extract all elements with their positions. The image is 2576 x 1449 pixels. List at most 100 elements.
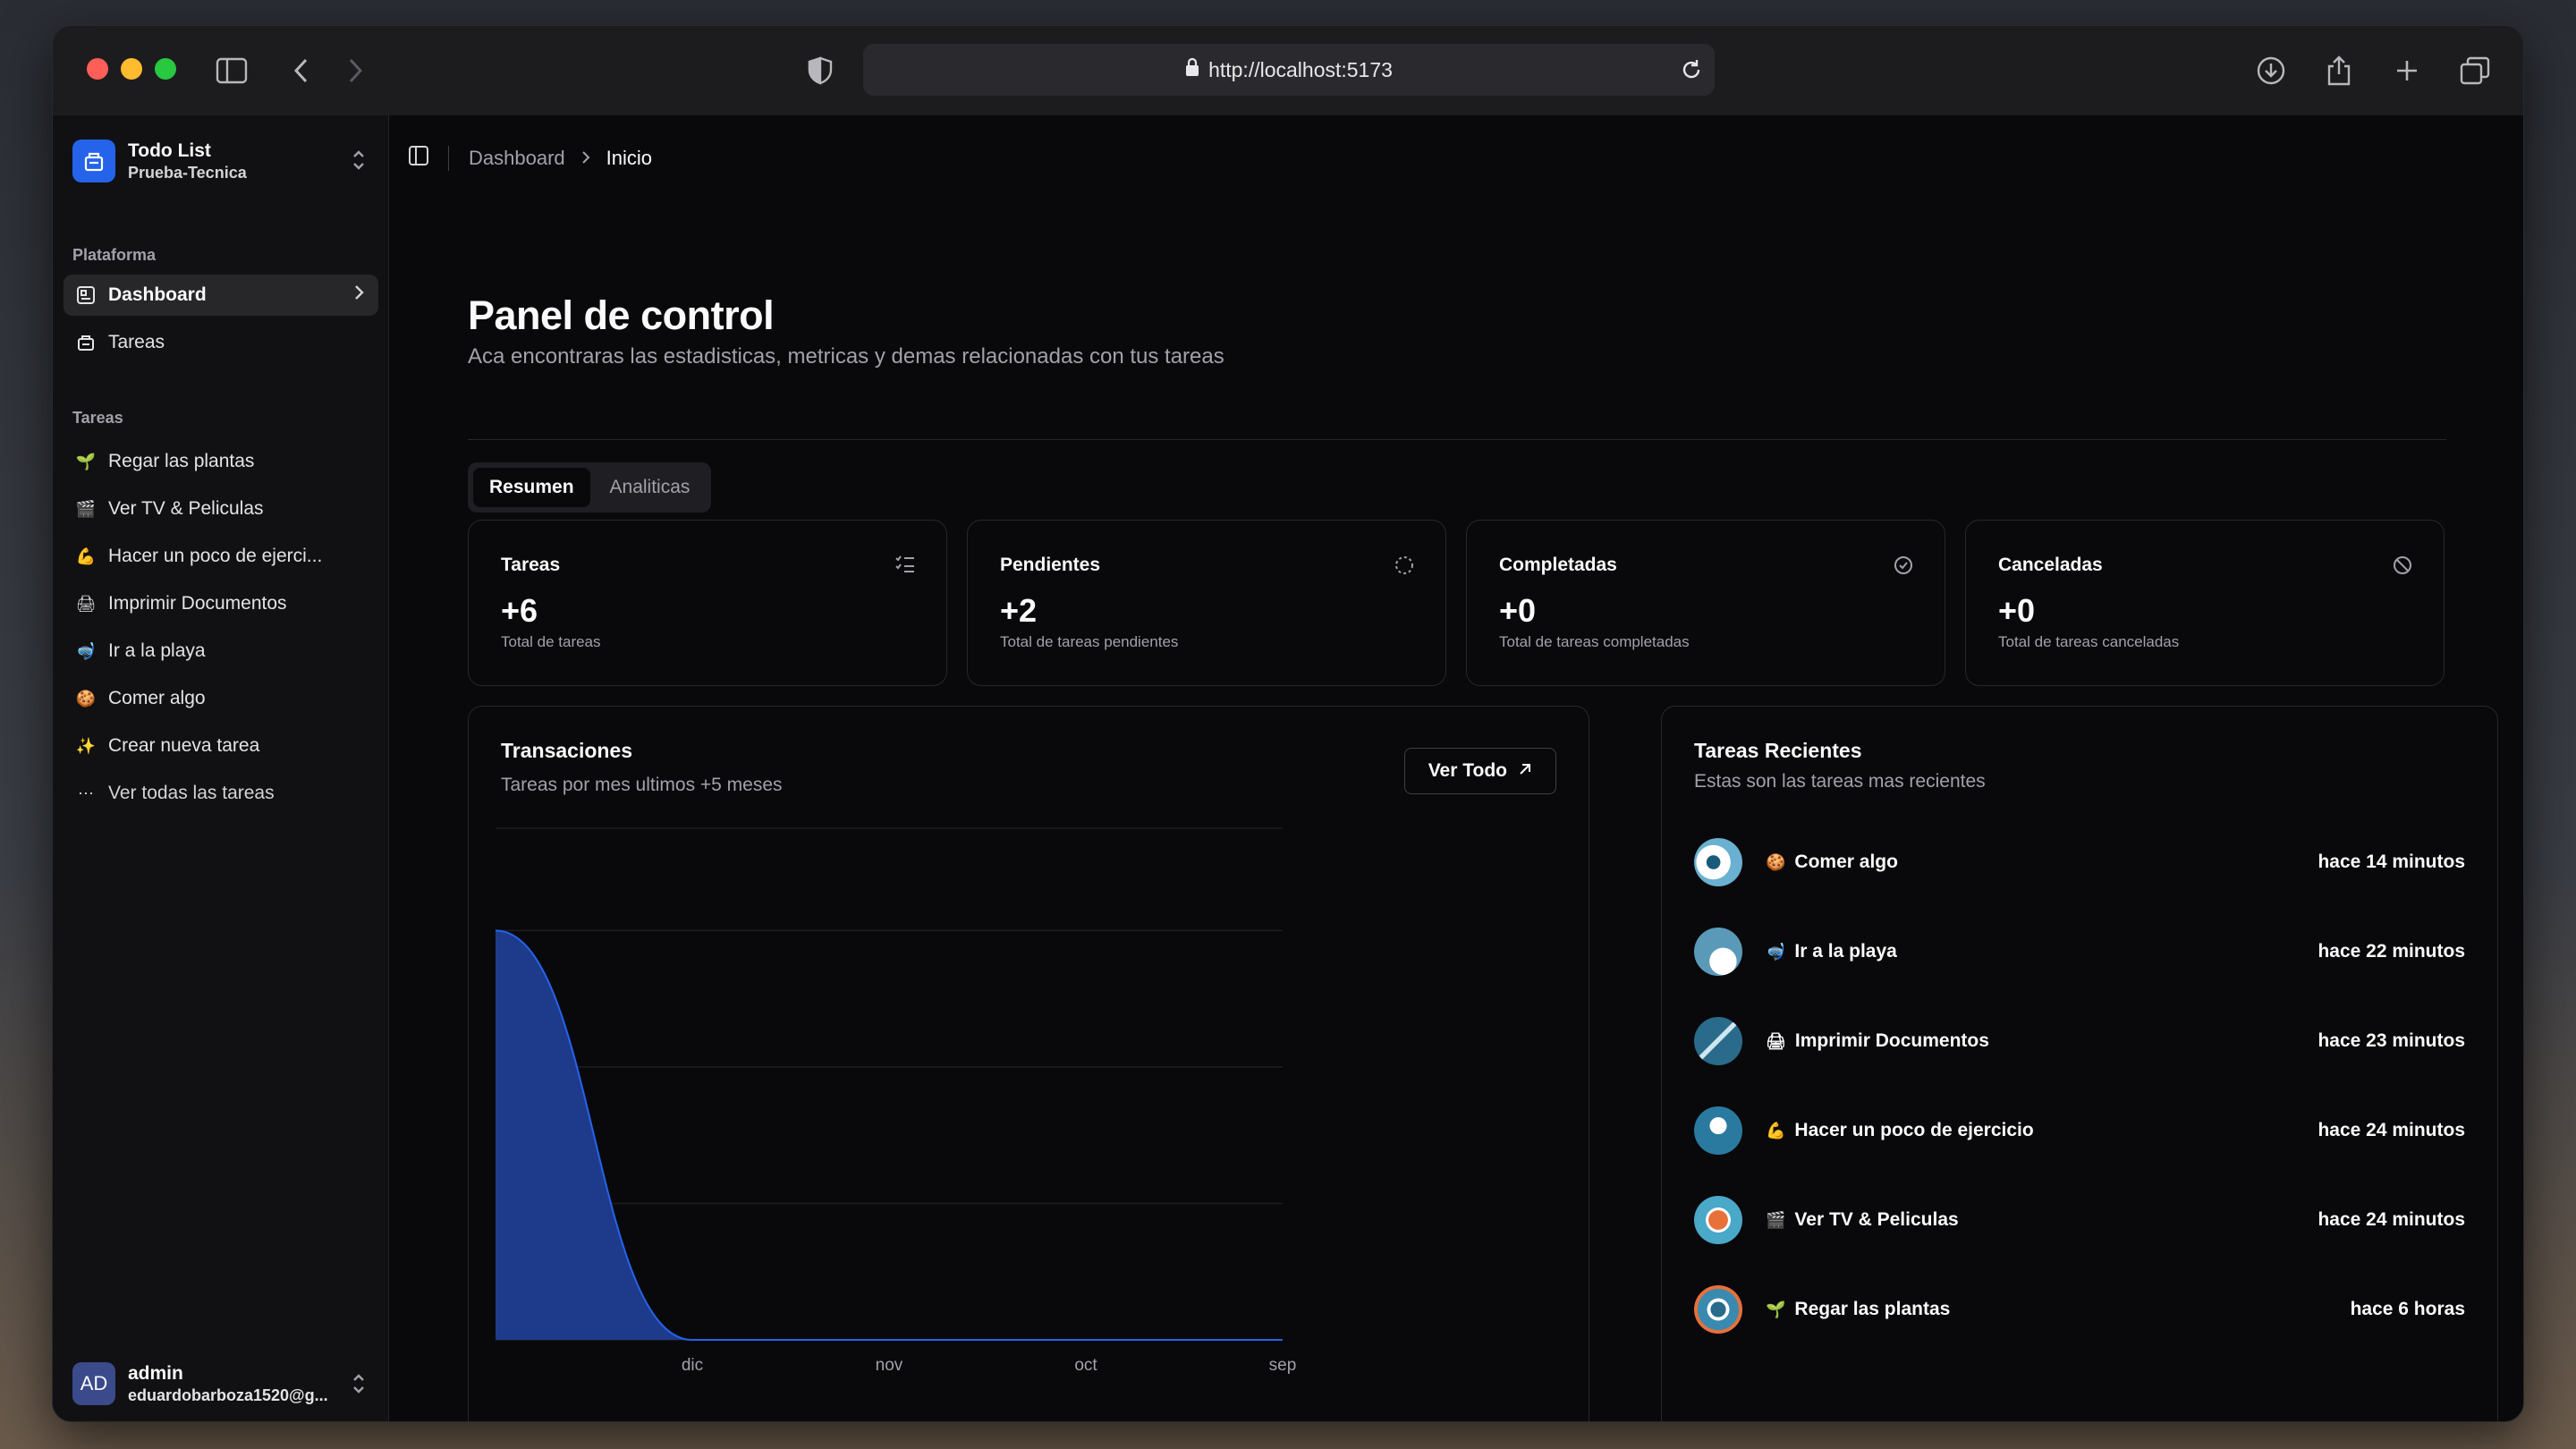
divider — [448, 146, 449, 171]
maximize-window-button[interactable] — [155, 58, 176, 80]
sidebar-task-item[interactable]: 🖨 Imprimir Documentos — [64, 583, 378, 624]
transactions-card: Transaciones Tareas por mes ultimos +5 m… — [468, 706, 1589, 1421]
task-name: Comer algo — [1794, 852, 1898, 872]
sidebar-item-dashboard[interactable]: Dashboard — [64, 275, 378, 316]
chevrons-up-down-icon — [350, 1371, 368, 1401]
sidebar-item-tareas[interactable]: Tareas — [64, 322, 378, 363]
task-emoji-icon: 💪 — [1766, 1121, 1786, 1140]
reload-icon[interactable] — [1681, 58, 1702, 87]
sidebar-toggle-icon[interactable] — [214, 53, 250, 89]
team-name: Todo List — [128, 140, 211, 161]
ban-icon — [2392, 555, 2413, 580]
view-all-tasks-item[interactable]: ⋯ Ver todas las tareas — [64, 773, 378, 814]
sidebar-task-label: Imprimir Documentos — [108, 593, 287, 614]
task-emoji-icon: 💪 — [75, 547, 97, 565]
task-avatar — [1694, 1196, 1742, 1244]
close-window-button[interactable] — [87, 58, 108, 80]
sidebar-task-label: Regar las plantas — [108, 451, 255, 471]
task-avatar — [1694, 928, 1742, 976]
stat-title: Canceladas — [1998, 555, 2103, 575]
sidebar-task-label: Comer algo — [108, 688, 206, 708]
breadcrumb-parent[interactable]: Dashboard — [469, 147, 565, 170]
browser-window: http://localhost:5173 Todo List Prueba-T… — [52, 25, 2524, 1422]
lock-icon — [1185, 57, 1199, 82]
task-emoji-icon: 🎬 — [1766, 1210, 1786, 1229]
more-horizontal-icon: ⋯ — [78, 784, 94, 802]
sidebar-task-item[interactable]: 🤿 Ir a la playa — [64, 631, 378, 672]
page-subtitle: Aca encontraras las estadisticas, metric… — [468, 344, 1224, 369]
divider — [468, 439, 2446, 440]
task-time: hace 24 minutos — [2318, 1209, 2465, 1230]
minimize-window-button[interactable] — [121, 58, 142, 80]
tasks-icon — [76, 333, 96, 352]
task-name: Ver TV & Peliculas — [1794, 1209, 1959, 1230]
recent-task-row[interactable]: 🎬 Ver TV & Peliculas hace 24 minutos — [1694, 1194, 2465, 1246]
shield-icon[interactable] — [802, 53, 838, 89]
breadcrumb: Dashboard Inicio — [409, 137, 652, 180]
task-avatar — [1694, 838, 1742, 886]
share-icon[interactable] — [2321, 53, 2357, 89]
tab-list: Resumen Analiticas — [468, 462, 712, 513]
task-name: Imprimir Documentos — [1794, 1030, 1989, 1051]
sidebar-task-label: Ir a la playa — [108, 640, 206, 661]
task-avatar — [1694, 1106, 1742, 1155]
chevron-right-icon — [353, 284, 364, 307]
sidebar-item-label: Tareas — [108, 332, 165, 352]
avatar: AD — [72, 1362, 115, 1405]
stat-title: Tareas — [501, 555, 561, 575]
new-tab-icon[interactable] — [2389, 53, 2425, 89]
chevron-right-icon — [581, 147, 590, 170]
sidebar-task-item[interactable]: 💪 Hacer un poco de ejerci... — [64, 536, 378, 577]
x-tick-label: nov — [876, 1356, 903, 1375]
page-title: Panel de control — [468, 292, 775, 338]
stat-title: Completadas — [1499, 555, 1617, 575]
task-emoji-icon: 🌱 — [75, 452, 97, 470]
recent-task-row[interactable]: 🤿 Ir a la playa hace 22 minutos — [1694, 926, 2465, 978]
back-icon[interactable] — [284, 53, 319, 89]
sidebar-item-label: Dashboard — [108, 284, 207, 305]
task-emoji-icon: 🌱 — [1766, 1300, 1786, 1318]
panel-toggle-icon[interactable] — [409, 146, 428, 171]
dashboard-icon — [76, 285, 96, 305]
task-time: hace 24 minutos — [2318, 1120, 2465, 1140]
loader-icon — [1394, 555, 1415, 580]
create-task-item[interactable]: ✨ Crear nueva tarea — [64, 725, 378, 767]
recent-task-row[interactable]: 🖨 Imprimir Documentos hace 23 minutos — [1694, 1015, 2465, 1067]
sparkles-icon: ✨ — [75, 736, 97, 755]
x-tick-label: sep — [1269, 1356, 1297, 1375]
team-switcher[interactable]: Todo List Prueba-Tecnica — [72, 137, 377, 185]
tab-analiticas[interactable]: Analiticas — [594, 468, 707, 507]
download-icon[interactable] — [2253, 53, 2289, 89]
chart-area — [496, 930, 1283, 1340]
area-chart: dic nov oct sep — [495, 827, 1297, 1375]
address-bar[interactable]: http://localhost:5173 — [863, 44, 1715, 96]
task-emoji-icon: 🎬 — [75, 499, 97, 518]
task-time: hace 22 minutos — [2318, 941, 2465, 962]
recent-task-row[interactable]: 💪 Hacer un poco de ejercicio hace 24 minu… — [1694, 1105, 2465, 1157]
stat-value: +0 — [1499, 592, 1537, 629]
x-tick-label: oct — [1074, 1356, 1097, 1375]
window-controls — [87, 58, 176, 80]
stat-description: Total de tareas completadas — [1499, 633, 1690, 650]
task-time: hace 6 horas — [2350, 1299, 2465, 1319]
recent-task-row[interactable]: 🍪 Comer algo hace 14 minutos — [1694, 836, 2465, 888]
task-time: hace 14 minutos — [2318, 852, 2465, 872]
recent-task-row[interactable]: 🌱 Regar las plantas hace 6 horas — [1694, 1284, 2465, 1335]
stat-card-pendientes: Pendientes +2 Total de tareas pendientes — [967, 520, 1446, 686]
sidebar: Todo List Prueba-Tecnica Plataforma Dash… — [53, 115, 389, 1421]
task-emoji-icon: 🖨 — [1766, 1031, 1786, 1050]
tabs-overview-icon[interactable] — [2457, 53, 2493, 89]
tab-resumen[interactable]: Resumen — [473, 468, 590, 507]
task-avatar — [1694, 1285, 1742, 1334]
tasks-section-label: Tareas — [72, 409, 123, 427]
sidebar-task-item[interactable]: 🍪 Comer algo — [64, 678, 378, 719]
platform-section-label: Plataforma — [72, 246, 157, 264]
stat-card-canceladas: Canceladas +0 Total de tareas canceladas — [1965, 520, 2445, 686]
forward-icon[interactable] — [337, 53, 373, 89]
sidebar-task-item[interactable]: 🎬 Ver TV & Peliculas — [64, 488, 378, 530]
user-menu[interactable]: AD admin eduardobarboza1520@g... — [72, 1359, 377, 1409]
task-emoji-icon: 🍪 — [75, 689, 97, 708]
stat-value: +6 — [501, 592, 538, 629]
task-name: Ir a la playa — [1794, 941, 1897, 962]
sidebar-task-item[interactable]: 🌱 Regar las plantas — [64, 441, 378, 482]
